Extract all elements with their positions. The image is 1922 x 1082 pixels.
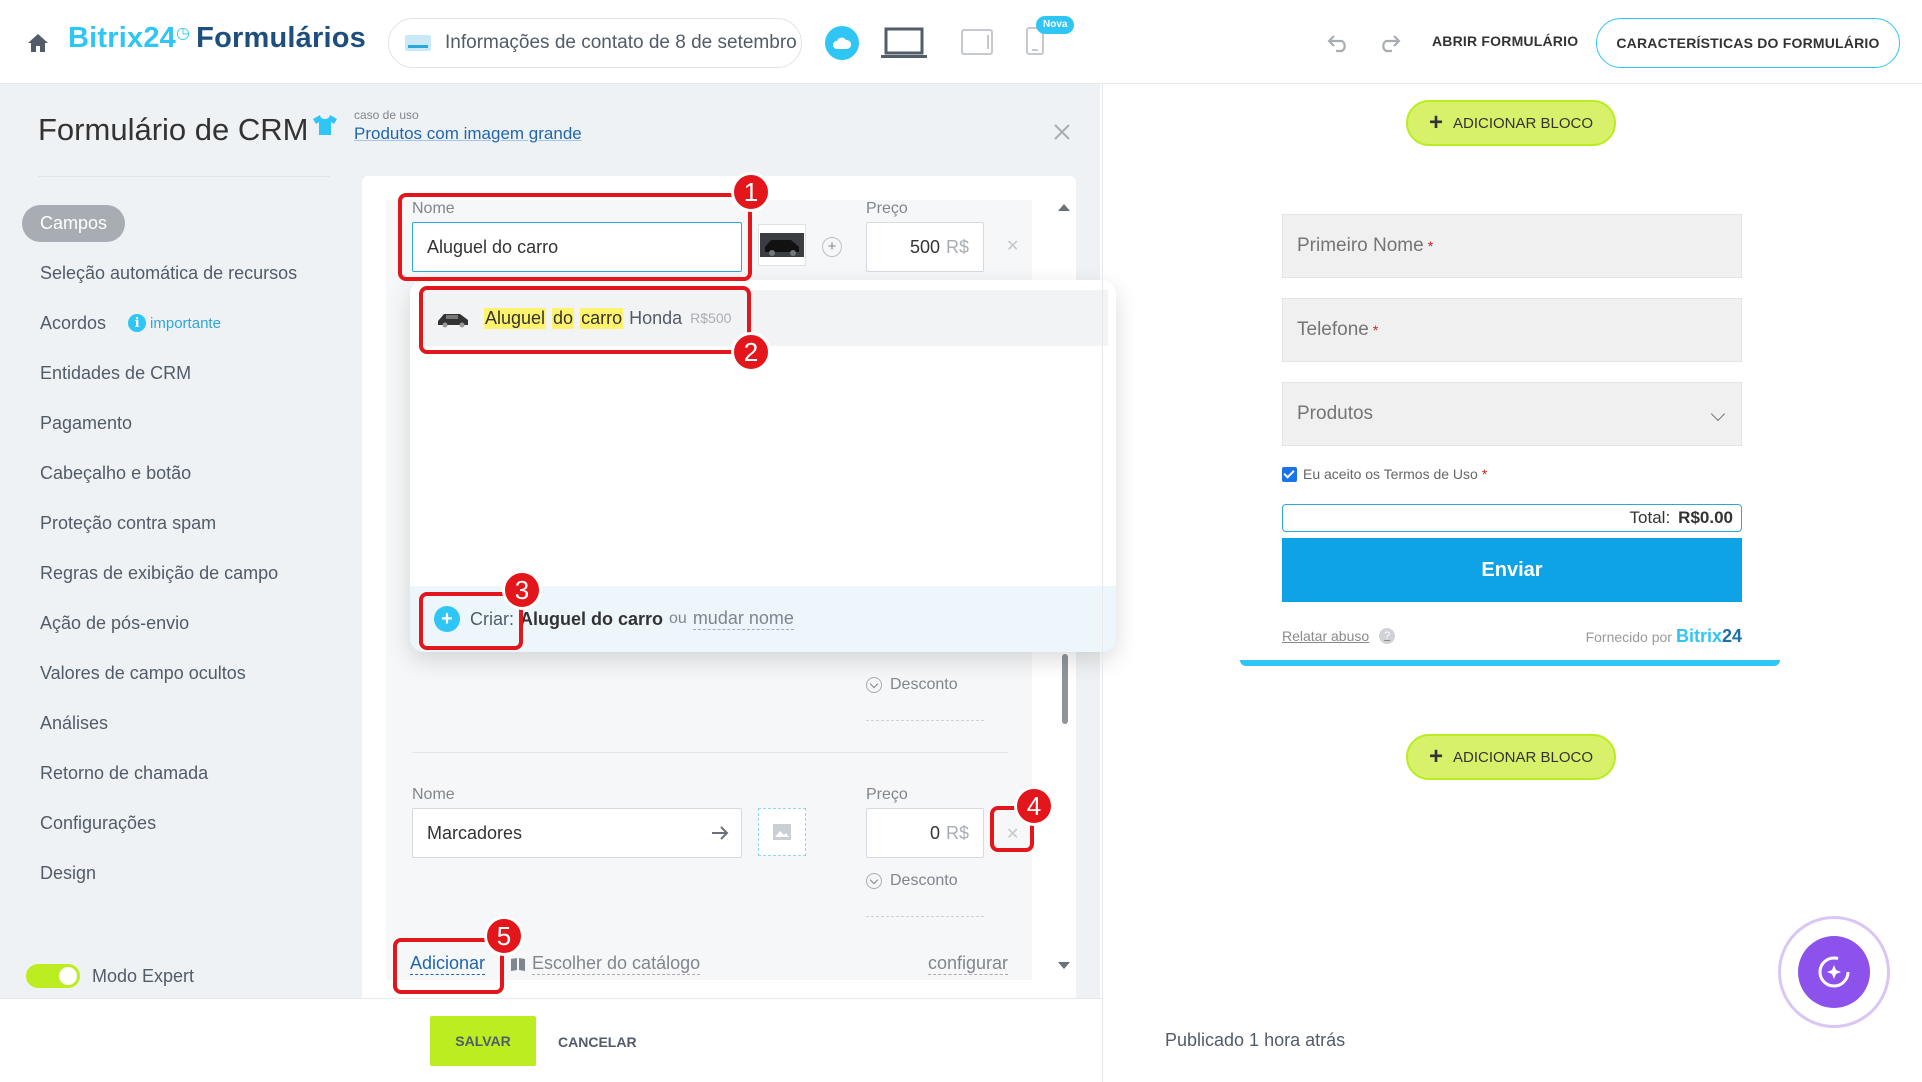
app-logo: Bitrix24◷ Formulários [68, 22, 366, 54]
image-placeholder[interactable] [758, 808, 806, 856]
add-variant-icon[interactable]: + [822, 237, 842, 257]
redo-icon[interactable] [1376, 30, 1402, 54]
sidebar-item-campos[interactable]: Campos [22, 198, 322, 248]
product-divider [412, 752, 1008, 753]
product-name-input[interactable]: Marcadores [412, 808, 742, 858]
form-icon [405, 35, 431, 51]
discount-toggle[interactable]: Desconto [866, 872, 958, 890]
sidebar-item-display-rules[interactable]: Regras de exibição de campo [22, 548, 322, 598]
remove-product-icon[interactable]: ✕ [1006, 236, 1019, 256]
new-badge: Nova [1036, 16, 1075, 34]
expert-mode-toggle[interactable] [26, 964, 80, 988]
scrollbar-thumb[interactable] [1062, 654, 1068, 724]
car-image-icon [760, 233, 804, 257]
product-name-label: Nome [412, 786, 455, 803]
products-select[interactable]: Produtos [1282, 382, 1742, 446]
dotted-divider [866, 720, 984, 721]
form-bottom-accent [1240, 660, 1780, 666]
desktop-view-icon[interactable] [880, 26, 928, 60]
sidebar-item-hidden-values[interactable]: Valores de campo ocultos [22, 648, 322, 698]
panel-title: Formulário de CRM [38, 112, 309, 147]
sidebar-item-post-submit[interactable]: Ação de pós-envio [22, 598, 322, 648]
price-label: Preço [866, 200, 908, 217]
annotation-box [419, 286, 751, 354]
cancel-button[interactable]: CANCELAR [558, 1034, 637, 1050]
configure-link[interactable]: configurar [928, 952, 1009, 975]
phone-field[interactable]: Telefone * [1282, 298, 1742, 362]
copilot-button[interactable] [1778, 916, 1890, 1028]
chevron-down-icon [1710, 406, 1726, 422]
home-icon[interactable] [26, 32, 50, 54]
annotation-number: 1 [731, 172, 771, 212]
chevron-down-icon [866, 873, 882, 889]
sidebar-nav: Campos Seleção automática de recursos Ac… [22, 198, 322, 898]
annotation-number: 2 [731, 332, 771, 372]
annotation-number: 3 [502, 570, 542, 610]
image-icon [773, 824, 791, 840]
sidebar-item-callback[interactable]: Retorno de chamada [22, 748, 322, 798]
scroll-down-arrow[interactable] [1058, 962, 1070, 969]
sidebar-item-header-button[interactable]: Cabeçalho e botão [22, 448, 322, 498]
first-name-field[interactable]: Primeiro Nome * [1282, 214, 1742, 278]
undo-icon[interactable] [1326, 30, 1352, 54]
chevron-down-icon [866, 677, 882, 693]
close-icon[interactable] [1052, 122, 1072, 142]
scroll-up-arrow[interactable] [1058, 204, 1070, 211]
annotation-number: 4 [1014, 786, 1054, 826]
checkbox-checked-icon [1282, 466, 1297, 482]
price-input[interactable]: 0 R$ [866, 808, 984, 858]
clock-icon: ◷ [176, 25, 191, 42]
price-label: Preço [866, 786, 908, 803]
dotted-divider [866, 916, 984, 917]
price-input[interactable]: 500 R$ [866, 222, 984, 272]
form-features-button[interactable]: CARACTERÍSTICAS DO FORMULÁRIO [1596, 18, 1900, 68]
sidebar-item-design[interactable]: Design [22, 848, 322, 898]
add-block-button[interactable]: + ADICIONAR BLOCO [1406, 734, 1616, 780]
sidebar-item-analytics[interactable]: Análises [22, 698, 322, 748]
submit-button[interactable]: Enviar [1282, 538, 1742, 602]
add-block-button[interactable]: + ADICIONAR BLOCO [1406, 100, 1616, 146]
plus-icon: + [1428, 743, 1443, 770]
top-bar: Bitrix24◷ Formulários Informações de cont… [0, 0, 1922, 84]
plus-icon: + [1428, 109, 1443, 136]
cloud-view-button[interactable] [825, 26, 859, 60]
total-box: Total: R$0.00 [1282, 504, 1742, 532]
save-button[interactable]: SALVAR [430, 1016, 536, 1066]
open-form-link[interactable]: ABRIR FORMULÁRIO [1432, 33, 1578, 49]
choose-catalog-link[interactable]: Escolher do catálogo [510, 952, 701, 975]
info-icon: i [128, 314, 147, 332]
form-selector[interactable]: Informações de contato de 8 de setembro [388, 18, 802, 68]
usecase-link[interactable]: Produtos com imagem grande [354, 124, 582, 144]
published-status: Publicado 1 hora atrás [1165, 1030, 1346, 1050]
form-preview: Primeiro Nome * Telefone * Produtos Eu ace… [1240, 184, 1780, 666]
tablet-view-icon[interactable] [960, 27, 994, 57]
book-icon [511, 957, 525, 971]
annotation-box [398, 193, 752, 281]
usecase-caption: caso de uso [354, 108, 419, 122]
sidebar-item-payment[interactable]: Pagamento [22, 398, 322, 448]
cloud-icon [833, 37, 852, 49]
divider [38, 176, 330, 177]
copilot-icon [1818, 956, 1850, 988]
discount-toggle[interactable]: Desconto [866, 676, 958, 694]
arrow-right-icon [712, 826, 729, 840]
important-badge[interactable]: i importante [128, 314, 221, 332]
terms-checkbox[interactable]: Eu aceito os Termos de Uso * [1282, 466, 1487, 482]
rename-link[interactable]: mudar nome [692, 608, 794, 630]
sidebar-item-auto-selection[interactable]: Seleção automática de recursos [22, 248, 322, 298]
shirt-icon [313, 115, 337, 135]
panel-divider [1102, 84, 1103, 1082]
annotation-number: 5 [484, 916, 524, 956]
sidebar-item-settings[interactable]: Configurações [22, 798, 322, 848]
product-image[interactable] [758, 224, 806, 266]
sidebar-item-crm-entities[interactable]: Entidades de CRM [22, 348, 322, 398]
sidebar-item-agreements[interactable]: Acordos i importante [22, 298, 322, 348]
help-icon: ? [1379, 628, 1396, 644]
report-abuse-link[interactable]: Relatar abuso? [1282, 628, 1396, 644]
sidebar-item-spam-protection[interactable]: Proteção contra spam [22, 498, 322, 548]
powered-by: Fornecido por Bitrix24 [1585, 626, 1742, 646]
expert-mode-label: Modo Expert [92, 966, 195, 986]
bottom-action-bar [0, 998, 1102, 1082]
